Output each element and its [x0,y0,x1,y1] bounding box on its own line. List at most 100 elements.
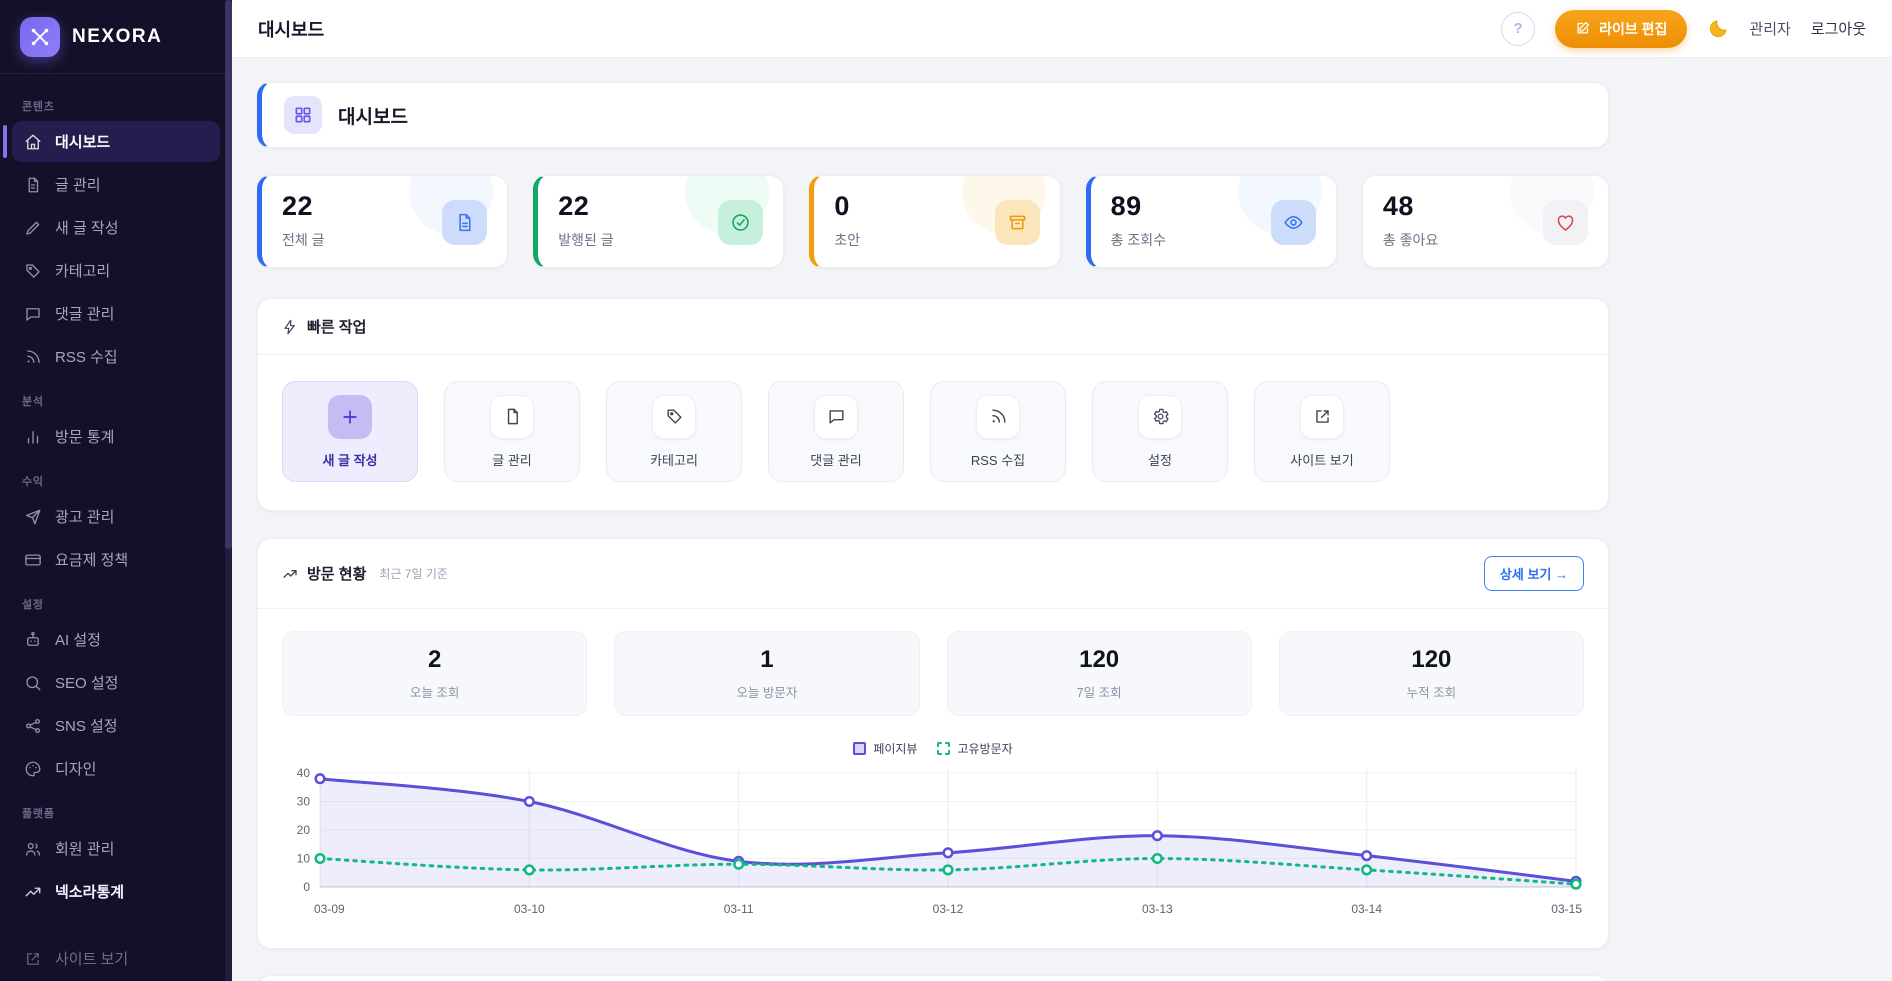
bolt-icon [282,319,298,335]
quick-action-new-post[interactable]: 새 글 작성 [282,381,418,482]
trending-up-icon [24,883,42,901]
quick-action-categories[interactable]: 카테고리 [606,381,742,482]
summary-label: 오늘 방문자 [736,682,797,701]
summary-total-views: 120 누적 조회 [1279,631,1584,716]
unique-visitors-swatch-icon [937,742,950,755]
topbar: 대시보드 ? 라이브 편집 관리자 로그아웃 [232,0,1892,58]
topbar-actions: ? 라이브 편집 관리자 로그아웃 [1501,10,1866,48]
summary-today-visitors: 1 오늘 방문자 [614,631,919,716]
stat-card-total-likes[interactable]: 48 총 좋아요 [1362,175,1609,268]
quick-action-label: 새 글 작성 [322,450,377,469]
quick-action-label: 댓글 관리 [810,450,861,469]
legend-label: 고유방문자 [957,740,1012,757]
theme-toggle-moon-icon[interactable] [1707,18,1729,40]
quick-action-comments[interactable]: 댓글 관리 [768,381,904,482]
svg-text:03-09: 03-09 [314,902,345,916]
home-icon [24,133,42,151]
visits-detail-button[interactable]: 상세 보기 → [1484,556,1584,591]
sidebar-scrollbar[interactable] [225,0,232,981]
file-text-icon [490,395,534,439]
sidebar-item-pricing[interactable]: 요금제 정책 [12,539,220,580]
sidebar-item-view-site[interactable]: 사이트 보기 [12,938,220,979]
sidebar-item-rss[interactable]: RSS 수집 [12,336,220,377]
quick-action-posts[interactable]: 글 관리 [444,381,580,482]
sidebar-item-label: 새 글 작성 [55,217,119,238]
svg-text:20: 20 [297,823,311,837]
svg-text:0: 0 [303,880,310,894]
file-text-icon [442,200,487,245]
quick-action-settings[interactable]: 설정 [1092,381,1228,482]
logout-link[interactable]: 로그아웃 [1811,18,1866,39]
quick-action-label: 설정 [1148,450,1172,469]
sidebar-item-visit-stats[interactable]: 방문 통계 [12,416,220,457]
archive-icon [995,200,1040,245]
sidebar-item-new-post[interactable]: 새 글 작성 [12,207,220,248]
credit-card-icon [24,551,42,569]
sidebar-item-label: 카테고리 [55,260,110,281]
nav-section-label: 콘텐츠 [22,98,210,114]
summary-today-views: 2 오늘 조회 [282,631,587,716]
pageviews-swatch-icon [853,742,866,755]
file-text-icon [24,176,42,194]
quick-action-view-site[interactable]: 사이트 보기 [1254,381,1390,482]
sidebar-item-members[interactable]: 회원 관리 [12,828,220,869]
sidebar-item-posts[interactable]: 글 관리 [12,164,220,205]
sidebar-item-dashboard[interactable]: 대시보드 [12,121,220,162]
stat-card-published[interactable]: 22 발행된 글 [533,175,784,268]
sidebar-item-ads[interactable]: 광고 관리 [12,496,220,537]
sidebar-item-label: 광고 관리 [55,506,114,527]
sidebar-item-sns-settings[interactable]: SNS 설정 [12,705,220,746]
external-link-icon [24,950,42,968]
sidebar-item-label: 대시보드 [55,131,110,152]
sidebar-item-categories[interactable]: 카테고리 [12,250,220,291]
sidebar-item-ai-settings[interactable]: AI 설정 [12,619,220,660]
visits-summary-row: 2 오늘 조회 1 오늘 방문자 120 7일 조회 120 누적 조회 [282,631,1584,716]
nav-section-label: 수익 [22,473,210,489]
sidebar-item-label: 회원 관리 [55,838,114,859]
sidebar-item-label: AI 설정 [55,629,101,650]
recent-posts-header: 최근 발행글 최신 5개 전체 보기 [258,976,1608,981]
summary-value: 120 [1411,646,1451,674]
robot-icon [24,631,42,649]
sidebar-item-label: 댓글 관리 [55,303,114,324]
users-icon [24,840,42,858]
gear-icon [1138,395,1182,439]
topbar-title: 대시보드 [258,16,324,42]
help-button[interactable]: ? [1501,12,1535,46]
chat-icon [814,395,858,439]
visits-subtitle: 최근 7일 기준 [379,565,448,582]
svg-text:03-15: 03-15 [1551,902,1582,916]
legend-label: 페이지뷰 [873,740,917,757]
page-title: 대시보드 [338,102,408,129]
brand[interactable]: NEXORA [0,0,232,74]
nav-section-label: 플랫폼 [22,805,210,821]
svg-text:10: 10 [297,852,311,866]
sidebar-item-seo-settings[interactable]: SEO 설정 [12,662,220,703]
pencil-icon [24,219,42,237]
live-edit-button[interactable]: 라이브 편집 [1555,10,1687,48]
summary-value: 120 [1079,646,1119,674]
nav-section-label: 분석 [22,393,210,409]
check-circle-icon [718,200,763,245]
visits-body: 2 오늘 조회 1 오늘 방문자 120 7일 조회 120 누적 조회 [258,609,1608,948]
sidebar-item-comments[interactable]: 댓글 관리 [12,293,220,334]
stat-card-total-posts[interactable]: 22 전체 글 [257,175,508,268]
stat-card-drafts[interactable]: 0 초안 [809,175,1060,268]
sidebar-item-nexora-stats[interactable]: 넥소라통계 [12,871,220,912]
live-edit-label: 라이브 편집 [1599,19,1667,39]
admin-link[interactable]: 관리자 [1749,18,1790,39]
page-header-card: 대시보드 [257,82,1609,148]
dashboard-grid-icon [284,96,322,134]
stat-card-total-views[interactable]: 89 총 조회수 [1086,175,1337,268]
summary-value: 1 [760,646,773,674]
sidebar-item-design[interactable]: 디자인 [12,748,220,789]
sidebar-scrollbar-thumb[interactable] [225,0,232,549]
summary-label: 7일 조회 [1077,682,1122,701]
quick-action-label: RSS 수집 [971,450,1025,469]
heart-icon [1543,200,1588,245]
svg-text:03-10: 03-10 [514,902,545,916]
send-icon [24,508,42,526]
quick-action-rss[interactable]: RSS 수집 [930,381,1066,482]
quick-action-label: 글 관리 [492,450,532,469]
sidebar-item-label: 넥소라통계 [55,881,124,902]
